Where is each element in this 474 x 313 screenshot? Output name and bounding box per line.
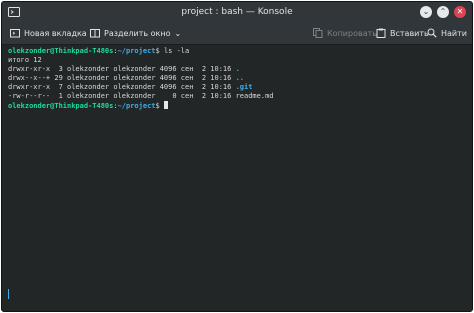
close-button[interactable]: ✕ bbox=[454, 6, 466, 18]
list-item: drwxr-xr-x 3 olekzonder olekzonder 4096 … bbox=[8, 65, 466, 74]
terminal-output[interactable]: olekzonder@Thinkpad-T480s:~/project$ ls … bbox=[2, 45, 472, 311]
entry-name: readme.md bbox=[235, 92, 274, 100]
entry-info: drwxr-xr-x 7 olekzonder olekzonder 4096 … bbox=[8, 83, 236, 91]
maximize-button[interactable]: ⌃ bbox=[437, 6, 449, 18]
maximize-icon: ⌃ bbox=[439, 7, 447, 16]
entry-name: . bbox=[235, 65, 240, 73]
split-view-icon bbox=[90, 29, 100, 38]
konsole-window: project : bash — Konsole ⌄ ⌃ ✕ Новая вкл… bbox=[1, 1, 473, 312]
prompt-path: ~/project bbox=[117, 47, 156, 55]
prompt-end: $ bbox=[155, 47, 164, 55]
entry-info: -rw-r--r-- 1 olekzonder olekzonder 0 сен… bbox=[8, 92, 236, 100]
entry-info: drwxr-xr-x 3 olekzonder olekzonder 4096 … bbox=[8, 65, 236, 73]
prompt-user: olekzonder@Thinkpad-T480s bbox=[8, 102, 114, 110]
entry-info: drwx--x--+ 29 olekzonder olekzonder 4096… bbox=[8, 74, 236, 82]
prompt-path: ~/project bbox=[117, 102, 156, 110]
entry-name: .git bbox=[235, 83, 253, 91]
prompt-user: olekzonder@Thinkpad-T480s bbox=[8, 47, 114, 55]
prompt-line: olekzonder@Thinkpad-T480s:~/project$ ls … bbox=[8, 47, 466, 56]
new-tab-button[interactable]: Новая вкладка bbox=[10, 25, 87, 41]
find-label: Найти bbox=[441, 28, 467, 38]
split-view-button[interactable]: Разделить окно ⌄ bbox=[90, 25, 181, 41]
prompt-end: $ bbox=[155, 102, 164, 110]
list-item: -rw-r--r-- 1 olekzonder olekzonder 0 сен… bbox=[8, 92, 466, 101]
window-title: project : bash — Konsole bbox=[181, 7, 293, 17]
titlebar[interactable]: project : bash — Konsole ⌄ ⌃ ✕ bbox=[2, 2, 472, 22]
list-item: drwx--x--+ 29 olekzonder olekzonder 4096… bbox=[8, 74, 466, 83]
new-tab-icon bbox=[10, 29, 20, 38]
close-icon: ✕ bbox=[456, 7, 464, 16]
new-tab-label: Новая вкладка bbox=[24, 28, 87, 38]
chevron-down-icon: ⌄ bbox=[174, 28, 182, 38]
paste-icon bbox=[376, 28, 386, 38]
paste-button[interactable]: Вставить bbox=[376, 25, 429, 41]
minimize-icon: ⌄ bbox=[422, 7, 430, 16]
total-line: итого 12 bbox=[8, 56, 42, 64]
scroll-marker[interactable] bbox=[8, 289, 9, 299]
terminal-app-icon bbox=[8, 7, 20, 17]
split-view-label: Разделить окно bbox=[104, 28, 171, 38]
find-button[interactable]: Найти bbox=[427, 25, 467, 41]
copy-label: Копировать bbox=[327, 28, 377, 38]
paste-label: Вставить bbox=[390, 28, 429, 38]
prompt-line: olekzonder@Thinkpad-T480s:~/project$ bbox=[8, 101, 466, 110]
text-cursor bbox=[163, 101, 168, 109]
search-icon bbox=[427, 28, 437, 38]
entry-name: .. bbox=[235, 74, 245, 82]
list-item: drwxr-xr-x 7 olekzonder olekzonder 4096 … bbox=[8, 83, 466, 92]
copy-icon bbox=[313, 28, 323, 38]
copy-button[interactable]: Копировать bbox=[313, 25, 377, 41]
toolbar: Новая вкладка Разделить окно ⌄ Копироват… bbox=[2, 22, 472, 45]
command-text: ls -la bbox=[163, 47, 190, 55]
minimize-button[interactable]: ⌄ bbox=[420, 6, 432, 18]
